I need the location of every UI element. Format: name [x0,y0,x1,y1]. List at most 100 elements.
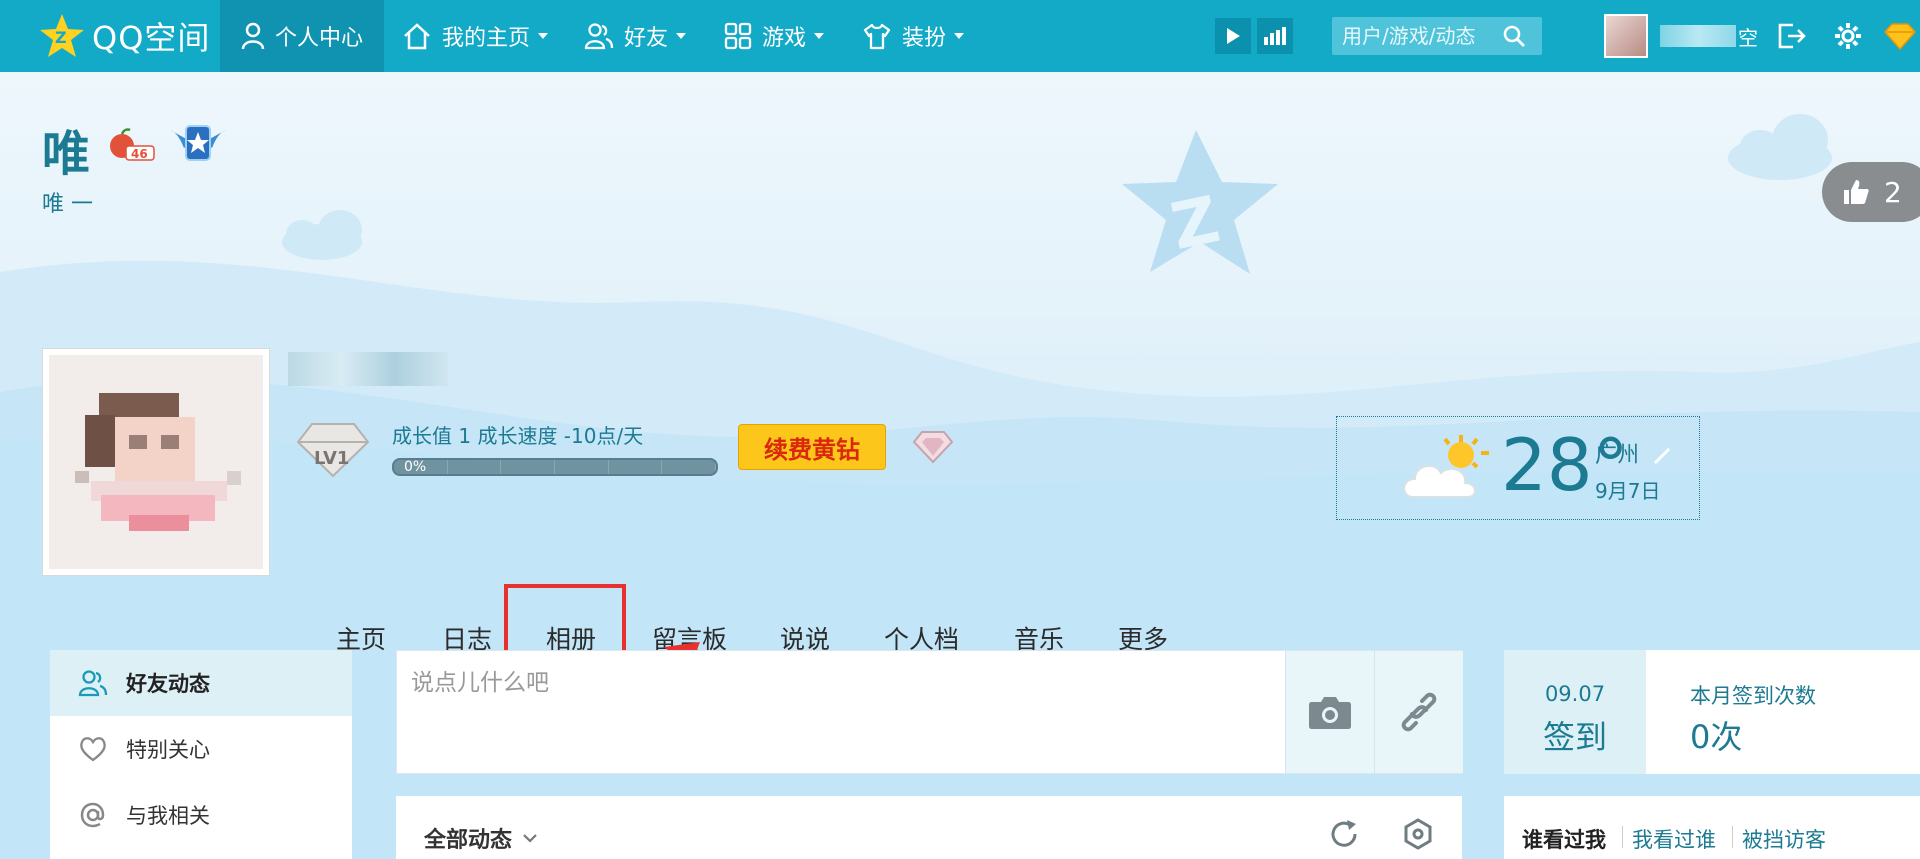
playlist-button[interactable] [1257,18,1293,54]
vip-wing-badge-icon [170,125,226,161]
profile-avatar[interactable] [42,348,270,576]
growth-label: 成长值 1 成长速度 -10点/天 [392,424,644,448]
menu-friends-feed-label: 好友动态 [126,672,210,696]
growth-progress-bar: 0% [392,458,718,476]
pink-diamond-icon [912,431,954,464]
nav-dressup-label: 装扮 [902,26,947,51]
music-player [1215,18,1305,54]
checkin-date: 09.07 [1544,682,1606,706]
chevron-down-icon [523,834,537,843]
feed-settings-button[interactable] [1402,818,1434,854]
user-name-blurred [1660,25,1736,47]
level-badge[interactable]: LV1 [296,420,370,484]
link-icon [1401,692,1437,732]
menu-related-to-me-label: 与我相关 [126,804,210,828]
tab-who-i-visited[interactable]: 我看过谁 [1632,824,1716,854]
checkin-button[interactable]: 09.07 签到 [1504,650,1646,774]
apple-level-icon: 46 [110,128,155,161]
nav-friends[interactable]: 好友 [584,0,687,72]
renew-yellow-diamond-button[interactable]: 续费黄钻 [738,424,886,470]
avatar-image-pixelated [49,355,263,569]
search-icon[interactable] [1502,24,1526,48]
menu-special-care-label: 特别关心 [126,738,210,762]
search-input[interactable] [1332,24,1502,48]
diamond-icon [1884,23,1916,50]
avatar-mosaic [75,393,241,531]
user-name-suffix: 空 [1738,25,1758,50]
level-diamond-icon: LV1 [296,423,370,478]
chevron-down-icon [676,33,687,39]
growth-percent: 0% [404,459,427,475]
svg-text:Z: Z [55,28,67,47]
friends-feed-icon [78,670,108,697]
equalizer-icon [1264,27,1286,45]
nav-games-label: 游戏 [762,26,807,51]
home-icon [404,23,430,50]
post-composer [396,650,1463,774]
tab-who-visited-me[interactable]: 谁看过我 [1522,824,1606,854]
badge-level-text: 46 [131,147,148,161]
space-subtitle: 唯 一 [42,192,93,217]
divider [1622,826,1623,848]
feed-filter-label: 全部动态 [424,828,513,853]
grid-icon [724,22,752,50]
menu-special-care[interactable]: 特别关心 [50,716,352,782]
refresh-button[interactable] [1328,818,1360,854]
nav-dressup[interactable]: 装扮 [862,0,965,72]
nav-friends-label: 好友 [624,26,669,51]
divider [1732,826,1733,848]
post-input[interactable] [411,663,1191,759]
heart-icon [80,737,106,762]
thumbs-up-icon [1844,180,1869,204]
at-icon [80,802,105,828]
visitors-panel: 谁看过我 我看过谁 被挡访客 [1504,796,1920,859]
hexagon-settings-icon [1404,818,1432,850]
feed-header: 全部动态 [396,796,1462,859]
checkin-panel: 09.07 签到 本月签到次数 0次 [1504,650,1920,774]
checkin-label: 签到 [1542,718,1607,756]
chevron-down-icon [814,33,825,39]
logout-button[interactable] [1776,20,1808,52]
weather-city-label: 广州 [1595,443,1640,468]
chevron-down-icon [954,33,965,39]
nav-personal-center[interactable]: 个人中心 [220,0,384,72]
chevron-down-icon [538,33,549,39]
menu-related-to-me[interactable]: 与我相关 [50,782,352,848]
menu-friends-feed[interactable]: 好友动态 [50,650,352,716]
camera-icon [1309,697,1351,729]
level-text: LV1 [314,448,349,469]
play-button[interactable] [1215,18,1251,54]
tab-blocked-visitors[interactable]: 被挡访客 [1742,824,1826,854]
space-title: 唯 [42,126,91,182]
yellow-diamond-button[interactable] [1884,20,1916,52]
play-icon [1227,28,1240,44]
nav-personal-label: 个人中心 [274,26,363,51]
friends-icon [584,23,614,50]
nickname-blurred [288,352,448,386]
gear-icon [1835,23,1861,49]
refresh-icon [1331,820,1357,847]
person-icon [241,22,265,50]
edit-pencil-icon[interactable] [1652,446,1672,466]
weather-city[interactable]: 广州 [1595,437,1672,469]
settings-button[interactable] [1832,20,1864,52]
user-profile-menu[interactable]: 空 [1604,14,1758,58]
like-count: 2 [1884,175,1902,209]
upload-photo-button[interactable] [1285,651,1374,773]
user-badges: 46 [106,120,230,168]
left-feed-menu: 好友动态 特别关心 与我相关 [50,650,352,859]
search-box [1332,17,1542,55]
feed-filter-dropdown[interactable]: 全部动态 [424,822,538,854]
checkin-count-label: 本月签到次数 [1690,684,1816,708]
nav-my-home[interactable]: 我的主页 [402,0,549,72]
logout-icon [1778,23,1806,49]
nav-my-home-label: 我的主页 [442,26,531,51]
weather-widget[interactable]: 28° 广州 9月7日 [1336,416,1700,520]
insert-link-button[interactable] [1374,651,1463,773]
post-actions [1285,651,1463,773]
top-navigation-bar: Z QQ空间 个人中心 我的主页 好友 游戏 装扮 空 [0,0,1920,72]
nav-games[interactable]: 游戏 [724,0,825,72]
like-button[interactable]: 2 [1822,162,1920,222]
pink-diamond-button[interactable] [912,430,954,468]
qzone-logo[interactable]: Z QQ空间 [38,10,210,62]
